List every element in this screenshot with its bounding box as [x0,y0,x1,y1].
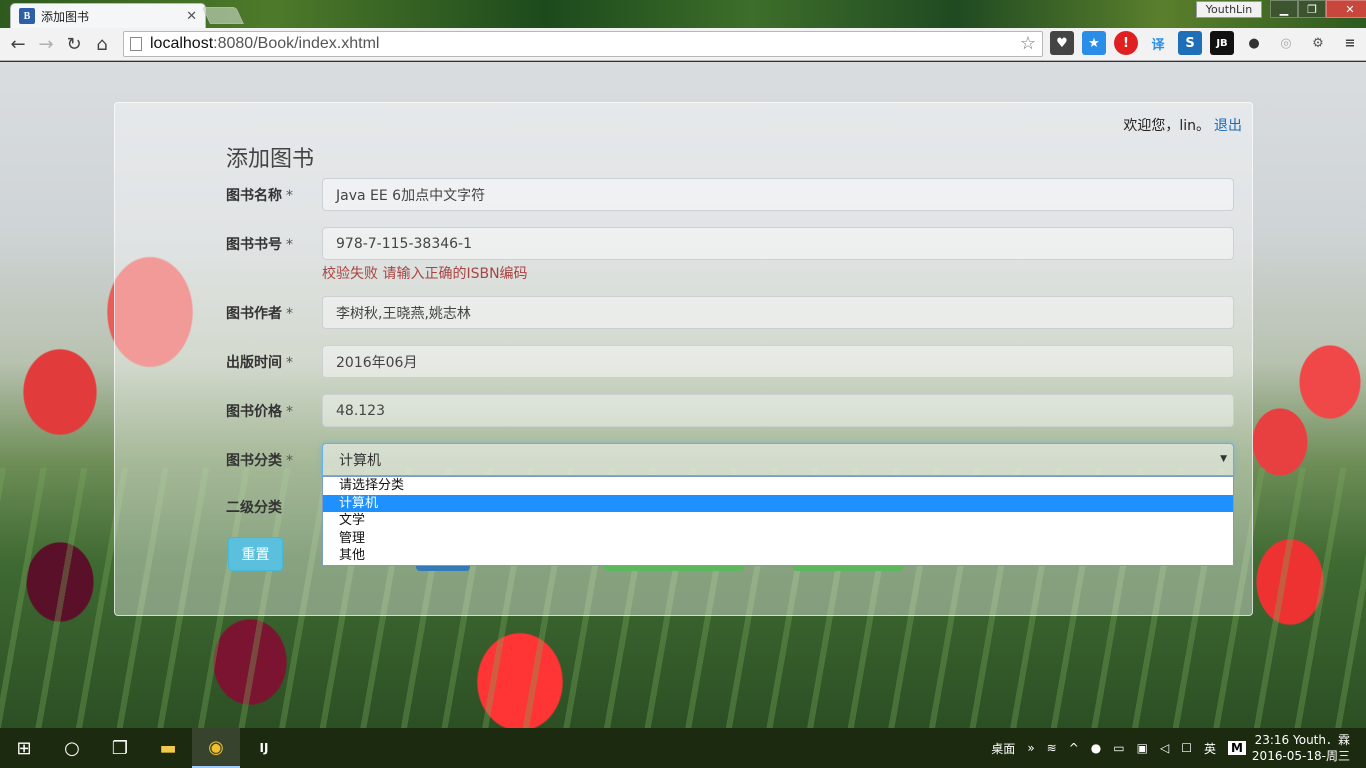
category-option[interactable]: 管理 [323,530,1233,548]
logout-link[interactable]: 退出 [1214,118,1242,134]
volume-icon[interactable]: ◁ [1160,741,1169,755]
welcome-text: 欢迎您，lin。 [1123,118,1210,134]
task-view-icon[interactable]: ❐ [96,728,144,768]
file-explorer-icon[interactable]: ▬ [144,728,192,768]
desktop-toolbar-label[interactable]: 桌面 [991,740,1015,757]
translate-ext-icon[interactable]: 译 [1146,31,1170,55]
close-window-icon[interactable]: ✕ [1326,0,1366,18]
back-icon[interactable]: ← [4,30,32,58]
page-title: 添加图书 [226,147,315,172]
category-label: 图书分类 * [226,453,293,469]
windows-taskbar: ⊞ ○ ❐ ▬ ◉ IJ 桌面 » ≋ ^ ● ▭ ▣ ◁ ☐ 英 M 23:1… [0,728,1366,768]
isbn-input[interactable]: 978-7-115-38346-1 [322,227,1234,260]
start-icon[interactable]: ⊞ [0,728,48,768]
chevron-down-icon: ▼ [1220,454,1227,464]
category-select[interactable]: 计算机 ▼ [322,443,1234,476]
category-selected-value: 计算机 [339,452,381,469]
page-viewport: 欢迎您，lin。 退出 添加图书 图书名称 * Java EE 6加点中文字符 图书… [0,62,1366,728]
clock-time: 23:16 Youth．霖 [1254,733,1350,747]
clock-date: 2016-05-18-周三 [1251,749,1350,763]
bookmark-star-icon[interactable]: ☆ [1020,33,1036,54]
price-input[interactable]: 48.123 [322,394,1234,427]
wifi-icon[interactable]: ≋ [1047,741,1057,755]
category-option[interactable]: 其他 [323,547,1233,565]
qq-icon[interactable]: ● [1091,741,1101,755]
browser-toolbar: ← → ↻ ⌂ localhost:8080/Book/index.xhtml … [0,28,1366,61]
reset-button[interactable]: 重置 [228,537,283,571]
browser-titlebar: B 添加图书 ✕ YouthLin ▁ ❐ ✕ [0,0,1366,28]
system-tray: 桌面 » ≋ ^ ● ▭ ▣ ◁ ☐ 英 M 23:16 Youth．霖 201… [985,728,1366,768]
minimize-icon[interactable]: ▁ [1270,0,1298,18]
home-icon[interactable]: ⌂ [88,30,116,58]
ime-language[interactable]: 英 [1204,740,1216,757]
add-book-panel: 欢迎您，lin。 退出 添加图书 图书名称 * Java EE 6加点中文字符 图书… [114,102,1253,616]
publish-date-label: 出版时间 * [226,355,293,371]
isbn-label: 图书书号 * [226,237,293,253]
isbn-error-message: 校验失败 请输入正确的ISBN编码 [322,266,528,282]
window-controls: ▁ ❐ ✕ [1270,0,1366,18]
category-option[interactable]: 请选择分类 [323,477,1233,495]
author-label: 图书作者 * [226,306,293,322]
profile-button[interactable]: YouthLin [1196,1,1262,18]
category-option[interactable]: 计算机 [323,494,1233,512]
publish-date-input[interactable]: 2016年06月 [322,345,1234,378]
restore-icon[interactable]: ❐ [1298,0,1326,18]
tab-close-icon[interactable]: ✕ [186,9,197,24]
browser-tab[interactable]: B 添加图书 ✕ [10,3,206,28]
page-icon [130,37,142,51]
address-bar[interactable]: localhost:8080/Book/index.xhtml ☆ [123,31,1043,57]
menu-icon[interactable]: ≡ [1338,31,1362,55]
cloud-ext-icon[interactable]: ◎ [1274,31,1298,55]
book-name-input[interactable]: Java EE 6加点中文字符 [322,178,1234,211]
network-icon[interactable]: ▣ [1137,741,1148,755]
url-text: localhost:8080/Book/index.xhtml [150,35,380,52]
adblock-icon[interactable]: ! [1114,31,1138,55]
author-input[interactable]: 李树秋,王晓燕,姚志林 [322,296,1234,329]
tab-title: 添加图书 [41,9,90,24]
intellij-icon[interactable]: IJ [240,728,288,768]
bookmark-ext-icon[interactable]: ★ [1082,31,1106,55]
category-option[interactable]: 文学 [323,512,1233,530]
system-clock[interactable]: 23:16 Youth．霖 2016-05-18-周三 [1252,732,1366,764]
notification-icon[interactable]: ☐ [1181,741,1192,755]
extension-icons: ♥ ★ ! 译 S JB ● ◎ ⚙ ≡ [1050,31,1362,55]
tab-favicon-icon: B [19,8,35,24]
puzzle-ext-icon[interactable]: ⚙ [1306,31,1330,55]
expand-icon[interactable]: » [1027,741,1034,755]
forward-icon[interactable]: → [32,30,60,58]
pocket-icon[interactable]: ♥ [1050,31,1074,55]
battery-icon[interactable]: ▭ [1113,741,1124,755]
chevron-up-icon[interactable]: ^ [1069,741,1079,755]
category-dropdown-list: 请选择分类 计算机 文学 管理 其他 [322,476,1234,566]
cortana-icon[interactable]: ○ [48,728,96,768]
avatar-ext-icon[interactable]: ● [1242,31,1266,55]
jetbrains-ext-icon[interactable]: JB [1210,31,1234,55]
reload-icon[interactable]: ↻ [60,30,88,58]
new-tab-button[interactable] [202,7,244,24]
ime-mode[interactable]: M [1227,741,1246,755]
s-ext-icon[interactable]: S [1178,31,1202,55]
price-label: 图书价格 * [226,404,293,420]
welcome-bar: 欢迎您，lin。 退出 [1123,115,1242,135]
chrome-icon[interactable]: ◉ [192,728,240,768]
subcategory-label: 二级分类 [226,500,282,516]
book-name-label: 图书名称 * [226,188,293,204]
